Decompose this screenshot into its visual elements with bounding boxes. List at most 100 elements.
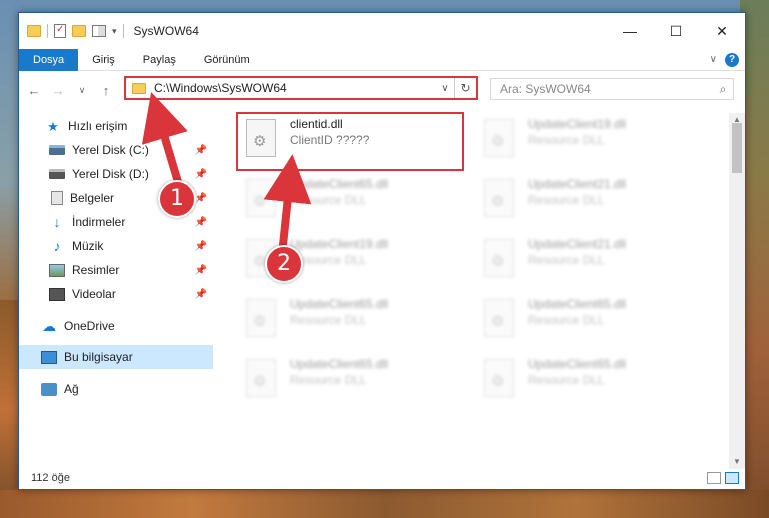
file-description: Resource DLL <box>528 313 605 327</box>
sidebar-item-music[interactable]: ♪ Müzik 📌 <box>19 234 213 258</box>
expand-ribbon-icon[interactable]: ∨ <box>710 54 717 65</box>
up-button[interactable]: ↑ <box>97 83 115 98</box>
sidebar-item-pictures[interactable]: Resimler 📌 <box>19 258 213 282</box>
sidebar-item-label: Yerel Disk (C:) <box>72 143 149 157</box>
folder-icon <box>132 82 146 94</box>
navigation-pane: ★ Hızlı erişim Yerel Disk (C:) 📌 Yerel D… <box>19 113 213 469</box>
qat-dropdown-icon[interactable]: ▾ <box>112 26 117 37</box>
sidebar-item-label: Yerel Disk (D:) <box>72 167 149 181</box>
new-folder-icon[interactable] <box>72 25 86 37</box>
file-description: Resource DLL <box>290 193 367 207</box>
address-path[interactable]: C:\Windows\SysWOW64 <box>154 81 287 95</box>
tab-view[interactable]: Görünüm <box>190 49 264 71</box>
pin-icon[interactable]: 📌 <box>195 169 207 180</box>
tab-home[interactable]: Giriş <box>78 49 129 71</box>
file-name: UpdateClient19.dll <box>528 117 627 131</box>
sidebar-item-label: Hızlı erişim <box>68 119 128 133</box>
file-item[interactable]: UpdateClient65.dll Resource DLL <box>240 353 460 403</box>
back-button[interactable]: ← <box>25 83 43 98</box>
search-input[interactable]: Ara: SysWOW64 ⌕ <box>490 78 734 100</box>
pin-icon[interactable]: 📌 <box>195 145 207 156</box>
title-bar: ▾ SysWOW64 — ☐ ✕ <box>19 13 745 49</box>
sidebar-item-label: Ağ <box>64 382 79 396</box>
dll-file-icon <box>246 359 276 397</box>
sidebar-item-this-pc[interactable]: Bu bilgisayar <box>19 345 213 369</box>
dll-file-icon <box>484 179 514 217</box>
dll-file-icon <box>484 239 514 277</box>
search-icon[interactable]: ⌕ <box>713 82 733 97</box>
file-item[interactable]: UpdateClient65.dll Resource DLL <box>240 293 460 343</box>
search-placeholder: Ara: SysWOW64 <box>500 82 591 96</box>
drive-icon <box>49 145 65 155</box>
details-view-icon[interactable] <box>707 472 721 484</box>
maximize-button[interactable]: ☐ <box>653 13 699 49</box>
sidebar-item-label: İndirmeler <box>72 215 126 229</box>
item-count: 112 öğe <box>31 472 70 484</box>
status-bar: 112 öğe <box>19 467 747 489</box>
file-name: UpdateClient65.dll <box>290 177 389 191</box>
file-item[interactable]: UpdateClient21.dll Resource DLL <box>478 233 698 283</box>
dll-file-icon <box>246 299 276 337</box>
star-icon: ★ <box>47 118 59 134</box>
onedrive-icon: ☁ <box>42 317 56 334</box>
vertical-scrollbar[interactable]: ▲ ▼ <box>729 113 745 469</box>
step-2-badge: 2 <box>265 245 303 283</box>
sidebar-item-label: Videolar <box>72 287 116 301</box>
pictures-icon <box>49 263 65 277</box>
close-button[interactable]: ✕ <box>699 13 745 49</box>
network-icon <box>41 382 57 396</box>
pin-icon[interactable]: 📌 <box>195 217 207 228</box>
file-name: UpdateClient65.dll <box>528 357 627 371</box>
file-description: Resource DLL <box>528 193 605 207</box>
sidebar-item-network[interactable]: Ağ <box>19 377 213 401</box>
quick-access-toolbar: ▾ <box>27 24 124 38</box>
file-description: Resource DLL <box>528 133 605 147</box>
dll-file-icon <box>484 119 514 157</box>
pin-icon[interactable]: 📌 <box>195 193 207 204</box>
file-item[interactable]: UpdateClient65.dll Resource DLL <box>478 293 698 343</box>
sidebar-item-quick-access[interactable]: ★ Hızlı erişim <box>19 114 213 138</box>
file-item[interactable]: UpdateClient21.dll Resource DLL <box>478 173 698 223</box>
address-dropdown-icon[interactable]: ∨ <box>436 83 454 94</box>
tiles-view-icon[interactable] <box>725 472 739 484</box>
sidebar-item-videos[interactable]: Videolar 📌 <box>19 282 213 306</box>
minimize-button[interactable]: — <box>607 13 653 49</box>
refresh-button[interactable]: ↻ <box>454 78 476 98</box>
file-name: UpdateClient65.dll <box>290 357 389 371</box>
address-bar[interactable]: C:\Windows\SysWOW64 ∨ ↻ <box>124 76 478 100</box>
pin-icon[interactable]: 📌 <box>195 241 207 252</box>
folder-icon <box>27 25 41 37</box>
documents-icon <box>51 191 63 205</box>
file-item[interactable]: UpdateClient19.dll Resource DLL <box>478 113 698 163</box>
pin-icon[interactable]: 📌 <box>195 289 207 300</box>
file-item[interactable]: UpdateClient65.dll Resource DLL <box>478 353 698 403</box>
sidebar-item-local-disk-c[interactable]: Yerel Disk (C:) 📌 <box>19 138 213 162</box>
file-name: UpdateClient21.dll <box>528 177 627 191</box>
downloads-icon: ↓ <box>53 213 61 230</box>
properties-check-icon[interactable] <box>54 24 66 38</box>
dll-file-icon <box>484 299 514 337</box>
dll-file-icon <box>246 179 276 217</box>
help-icon[interactable]: ? <box>725 52 739 67</box>
forward-button[interactable]: → <box>49 83 67 98</box>
sidebar-item-onedrive[interactable]: ☁ OneDrive <box>19 314 213 338</box>
drive-icon <box>49 169 65 179</box>
file-description: Resource DLL <box>528 373 605 387</box>
explorer-window: ▾ SysWOW64 — ☐ ✕ Dosya Giriş Paylaş Görü… <box>18 12 746 490</box>
scroll-thumb[interactable] <box>732 123 742 173</box>
file-name: UpdateClient65.dll <box>528 297 627 311</box>
file-item[interactable]: UpdateClient65.dll Resource DLL <box>240 173 460 223</box>
sidebar-item-label: Bu bilgisayar <box>64 350 133 364</box>
pin-icon[interactable]: 📌 <box>195 265 207 276</box>
customize-toolbar-icon[interactable] <box>92 25 106 37</box>
tab-file[interactable]: Dosya <box>19 48 79 71</box>
dll-file-icon <box>484 359 514 397</box>
file-description: Resource DLL <box>290 313 367 327</box>
tab-share[interactable]: Paylaş <box>129 49 190 71</box>
sidebar-item-label: Belgeler <box>70 191 115 205</box>
desktop-background-bottom <box>0 490 769 518</box>
sidebar-item-label: OneDrive <box>64 319 115 333</box>
file-description: Resource DLL <box>528 253 605 267</box>
file-name: UpdateClient19.dll <box>290 237 389 251</box>
recent-locations-button[interactable]: ∨ <box>73 85 91 96</box>
